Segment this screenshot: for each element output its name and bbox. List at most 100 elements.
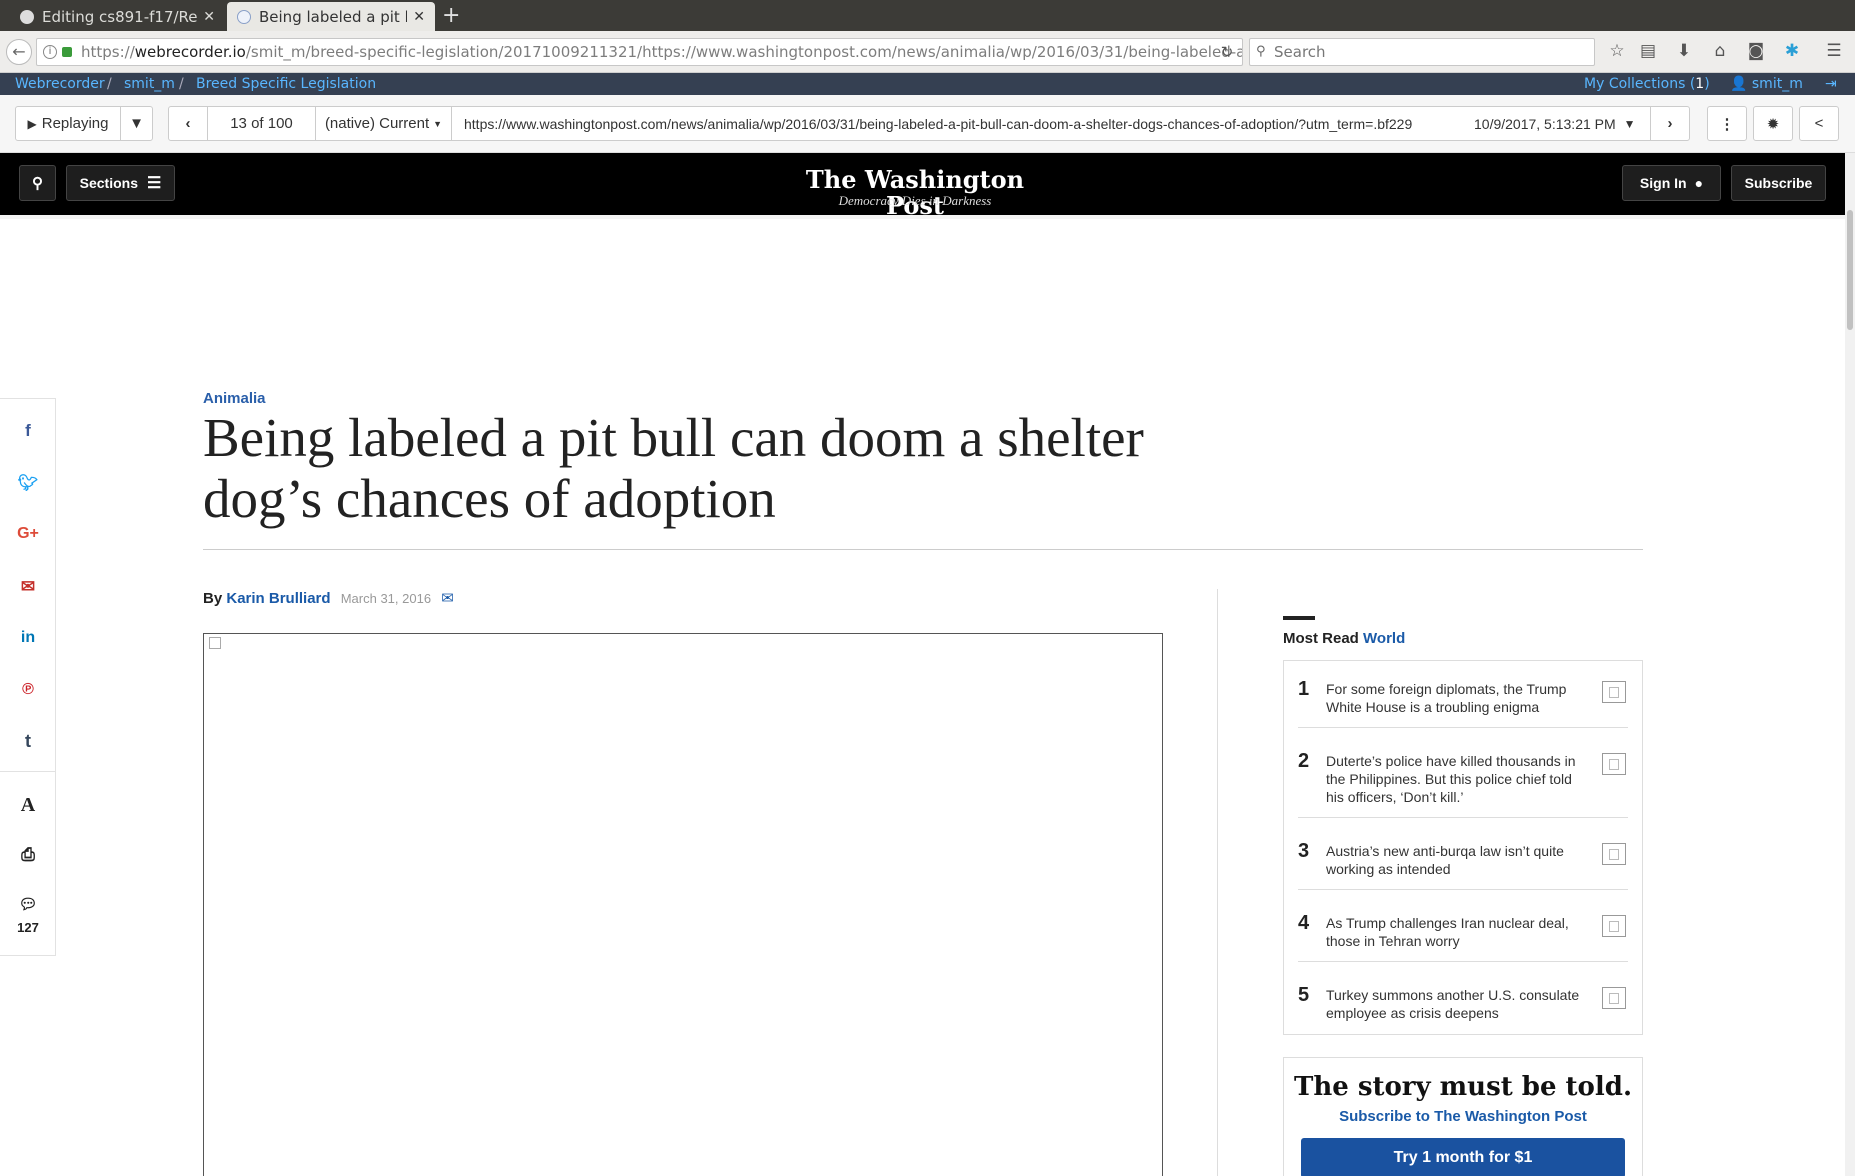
home-icon[interactable]: ⌂ — [1708, 41, 1732, 61]
list-item[interactable]: 1 For some foreign diplomats, the Trump … — [1298, 664, 1628, 728]
linkedin-icon[interactable]: in — [0, 629, 56, 647]
back-button[interactable]: ← — [6, 39, 32, 65]
comment-count[interactable]: 127 — [0, 920, 56, 935]
vertical-dots-icon: ⋮ — [1719, 115, 1735, 133]
article-kicker[interactable]: Animalia — [203, 390, 266, 407]
list-item[interactable]: 2 Duterte’s police have killed thousands… — [1298, 736, 1628, 818]
replay-mode-label: Replaying — [41, 115, 109, 132]
thumbnail-icon — [1602, 753, 1626, 775]
page-position: 13 of 100 — [207, 106, 316, 141]
tumblr-icon[interactable]: t — [0, 731, 56, 752]
address-bar[interactable]: i https://webrecorder.io/smit_m/breed-sp… — [36, 38, 1243, 66]
list-item-title[interactable]: As Trump challenges Iran nuclear deal, t… — [1326, 914, 1588, 950]
share-rail: f 🐦︎ G+ ✉ in ℗ t A ⎙ 💬︎ 127 — [0, 398, 56, 956]
share-icon: < — [1814, 115, 1824, 132]
list-item[interactable]: 3 Austria’s new anti-burqa law isn’t qui… — [1298, 826, 1628, 890]
facebook-icon[interactable]: f — [0, 421, 56, 441]
list-item-title[interactable]: Austria’s new anti-burqa law isn’t quite… — [1326, 842, 1588, 878]
previous-page-button[interactable]: ‹ — [168, 106, 208, 141]
headline-divider — [203, 549, 1643, 550]
caret-down-icon: ▼ — [129, 115, 144, 132]
sign-in-button[interactable]: Sign In ● — [1622, 165, 1721, 201]
browser-select-dropdown[interactable]: (native) Current ▼ — [315, 106, 452, 141]
breadcrumb-collection[interactable]: Breed Specific Legislation — [196, 73, 376, 95]
bug-icon: ✹ — [1766, 115, 1780, 133]
twitter-icon[interactable]: 🐦︎ — [0, 473, 56, 493]
search-icon: ⚲ — [32, 175, 43, 192]
list-item-title[interactable]: Turkey summons another U.S. consulate em… — [1326, 986, 1588, 1022]
hamburger-icon: ☰ — [147, 175, 162, 192]
rail-divider — [0, 771, 56, 772]
replay-url-field[interactable]: https://www.washingtonpost.com/news/anim… — [451, 106, 1651, 141]
play-icon: ▶ — [27, 116, 37, 131]
wapo-search-button[interactable]: ⚲ — [19, 165, 56, 201]
email-icon[interactable]: ✉ — [0, 577, 56, 597]
download-icon[interactable]: ⬇ — [1672, 41, 1696, 61]
tab-title: Editing cs891-f17/Rep — [42, 7, 198, 26]
replay-toolbar: ▶ Replaying ▼ ‹ 13 of 100 (native) Curre… — [0, 95, 1855, 153]
new-tab-button[interactable]: + — [442, 3, 460, 29]
info-icon[interactable]: i — [43, 45, 57, 59]
column-divider — [1217, 589, 1218, 1176]
url-host: webrecorder.io — [134, 43, 246, 61]
most-read-heading: Most Read World — [1283, 630, 1406, 647]
caret-down-icon[interactable]: ▼ — [1624, 117, 1636, 131]
url-scheme: https:// — [81, 43, 135, 61]
search-input[interactable]: ⚲ Search — [1249, 38, 1595, 66]
list-item-title[interactable]: For some foreign diplomats, the Trump Wh… — [1326, 680, 1588, 716]
webrecorder-home-link[interactable]: Webrecorder — [15, 73, 105, 95]
publish-date: March 31, 2016 — [340, 591, 432, 606]
most-read-section-link[interactable]: World — [1363, 630, 1405, 647]
wapo-header: ⚲ Sections ☰ The Washington Post Democra… — [0, 153, 1845, 219]
url-path: /smit_m/breed-specific-legislation/20171… — [245, 43, 1243, 61]
print-icon[interactable]: ⎙ — [0, 845, 56, 865]
user-icon: ● — [1694, 175, 1704, 191]
font-size-icon[interactable]: A — [0, 794, 56, 817]
more-options-button[interactable]: ⋮ — [1707, 106, 1747, 141]
sections-button[interactable]: Sections ☰ — [66, 165, 175, 201]
share-button[interactable]: < — [1799, 106, 1839, 141]
author-link[interactable]: Karin Brulliard — [226, 590, 330, 607]
list-item[interactable]: 5 Turkey summons another U.S. consulate … — [1298, 970, 1628, 1034]
my-collections-link[interactable]: My Collections (1) — [1584, 73, 1710, 95]
tab-active-article[interactable]: Being labeled a pit bul ✕ — [227, 2, 435, 31]
chevron-left-icon: ‹ — [185, 115, 191, 132]
reading-list-icon[interactable]: ▤ — [1636, 41, 1660, 61]
lead-image-placeholder — [203, 633, 1163, 1176]
promo-subtitle[interactable]: Subscribe to The Washington Post — [1283, 1108, 1643, 1125]
email-author-icon[interactable]: ✉ — [441, 590, 454, 607]
replay-mode-dropdown[interactable]: ▼ — [120, 106, 153, 141]
tab-title: Being labeled a pit bul — [259, 7, 407, 26]
webrecorder-bar: Webrecorder / smit_m / Breed Specific Le… — [0, 73, 1855, 95]
menu-icon[interactable]: ☰ — [1822, 41, 1846, 61]
reload-icon[interactable]: ↻ — [1215, 43, 1239, 61]
google-plus-icon[interactable]: G+ — [0, 525, 56, 543]
close-icon[interactable]: ✕ — [203, 9, 215, 25]
breadcrumb-user[interactable]: smit_m — [124, 73, 175, 95]
list-item[interactable]: 4 As Trump challenges Iran nuclear deal,… — [1298, 898, 1628, 962]
byline: By Karin Brulliard March 31, 2016 ✉ — [203, 590, 454, 607]
globe-icon — [237, 9, 251, 24]
extension-icon[interactable]: ✱ — [1780, 41, 1804, 61]
replay-mode-button[interactable]: ▶ Replaying — [15, 106, 121, 141]
close-icon[interactable]: ✕ — [413, 9, 425, 25]
user-menu[interactable]: 👤 smit_m — [1730, 73, 1803, 95]
logout-icon[interactable]: ⇥ — [1825, 73, 1837, 95]
tab-editing[interactable]: Editing cs891-f17/Rep ✕ — [10, 2, 225, 31]
search-placeholder: Search — [1274, 43, 1326, 61]
github-icon — [20, 9, 34, 24]
pinterest-icon[interactable]: ℗ — [0, 681, 56, 699]
debug-button[interactable]: ✹ — [1753, 106, 1793, 141]
list-item-title[interactable]: Duterte’s police have killed thousands i… — [1326, 752, 1588, 806]
trial-offer-button[interactable]: Try 1 month for $1 — [1301, 1138, 1625, 1176]
browser-nav-bar: ← i https://webrecorder.io/smit_m/breed-… — [0, 31, 1855, 73]
thumbnail-icon — [1602, 843, 1626, 865]
subscribe-button[interactable]: Subscribe — [1731, 165, 1826, 201]
pocket-icon[interactable]: ◙ — [1744, 41, 1768, 61]
bookmark-star-icon[interactable]: ☆ — [1605, 41, 1629, 61]
next-page-button[interactable]: › — [1650, 106, 1690, 141]
browser-tab-bar: Editing cs891-f17/Rep ✕ Being labeled a … — [0, 0, 1855, 31]
comments-icon[interactable]: 💬︎ — [0, 895, 56, 913]
scrollbar-thumb[interactable] — [1847, 210, 1853, 330]
lock-icon — [62, 47, 72, 57]
